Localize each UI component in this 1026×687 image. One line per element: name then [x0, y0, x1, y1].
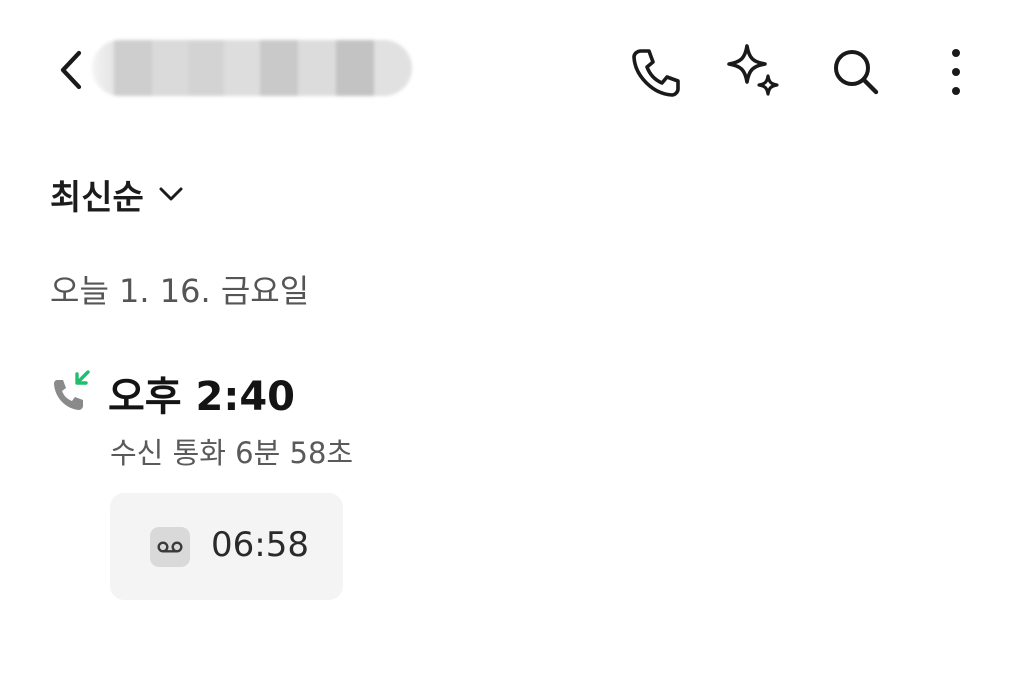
incoming-call-icon [54, 370, 90, 410]
top-app-bar [0, 0, 1026, 140]
voicemail-icon [150, 527, 190, 567]
contact-name-redacted [92, 40, 412, 96]
recording-playback-chip[interactable]: 06:58 [110, 493, 343, 600]
chevron-left-icon [60, 50, 82, 90]
recording-duration: 06:58 [211, 525, 309, 565]
back-button[interactable] [44, 44, 96, 96]
search-icon [834, 50, 879, 95]
phone-icon [632, 49, 680, 97]
chevron-down-icon [159, 187, 183, 201]
search-button[interactable] [824, 40, 888, 104]
call-time: 오후 2:40 [108, 374, 296, 420]
sort-label: 최신순 [50, 177, 144, 218]
call-button[interactable] [624, 40, 688, 104]
sparkle-icon [727, 44, 779, 96]
call-log-entry[interactable]: 오후 2:40 수신 통화 6분 58초 06:58 [48, 362, 948, 612]
ai-assist-button[interactable] [722, 40, 786, 104]
date-group-header: 오늘 1. 16. 금요일 [50, 272, 310, 310]
sort-dropdown[interactable]: 최신순 [50, 168, 184, 220]
more-vertical-icon [952, 49, 960, 95]
more-options-button[interactable] [924, 40, 988, 104]
call-description: 수신 통화 6분 58초 [110, 436, 354, 470]
